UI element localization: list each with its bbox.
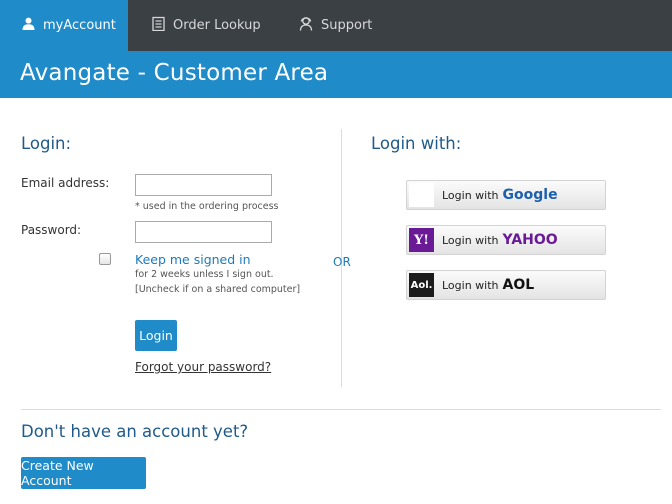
yahoo-brand-label: YAHOO [502, 232, 558, 248]
tab-myaccount-label: myAccount [43, 18, 116, 33]
password-field[interactable] [135, 221, 272, 243]
tab-order-lookup-label: Order Lookup [173, 18, 261, 33]
login-button[interactable]: Login [135, 320, 177, 351]
keep-signed-in-checkbox[interactable] [99, 253, 111, 265]
or-separator: OR [333, 255, 351, 269]
password-label: Password: [21, 223, 82, 237]
aol-brand-label: AOL [502, 277, 535, 293]
tab-support-label: Support [321, 18, 373, 33]
top-navigation: myAccount Order Lookup Support [0, 0, 672, 51]
email-label: Email address: [21, 176, 110, 190]
google-logo-icon [409, 183, 434, 207]
tab-support[interactable]: Support [299, 0, 372, 51]
clipboard-icon [152, 16, 165, 35]
support-agent-icon [299, 16, 313, 35]
login-with-heading: Login with: [371, 134, 462, 153]
aol-logo-icon: Aol. [409, 273, 434, 297]
page-title: Avangate - Customer Area [20, 60, 329, 86]
no-account-heading: Don't have an account yet? [21, 422, 249, 441]
forgot-password-link[interactable]: Forgot your password? [135, 360, 271, 374]
email-field[interactable] [135, 174, 272, 196]
login-with-google-prefix: Login with [442, 188, 499, 202]
yahoo-logo-icon: Y! [409, 228, 434, 252]
google-brand-label: Google [502, 187, 558, 203]
email-hint: * used in the ordering process [135, 201, 279, 212]
create-account-button[interactable]: Create New Account [21, 457, 146, 489]
login-with-yahoo-prefix: Login with [442, 233, 499, 247]
user-icon [22, 17, 35, 34]
tab-myaccount[interactable]: myAccount [0, 0, 128, 51]
login-heading: Login: [21, 134, 72, 153]
keep-signed-in-note: for 2 weeks unless I sign out. [135, 269, 274, 280]
keep-signed-in-label[interactable]: Keep me signed in [135, 252, 251, 267]
login-with-google-button[interactable]: Login with Google [406, 180, 606, 210]
shared-computer-note: [Uncheck if on a shared computer] [135, 284, 301, 295]
tab-order-lookup[interactable]: Order Lookup [152, 0, 261, 51]
page-banner: Avangate - Customer Area [0, 51, 672, 98]
login-with-aol-prefix: Login with [442, 278, 499, 292]
login-with-aol-button[interactable]: Aol. Login with AOL [406, 270, 606, 300]
horizontal-divider [21, 409, 661, 410]
login-with-yahoo-button[interactable]: Y! Login with YAHOO [406, 225, 606, 255]
